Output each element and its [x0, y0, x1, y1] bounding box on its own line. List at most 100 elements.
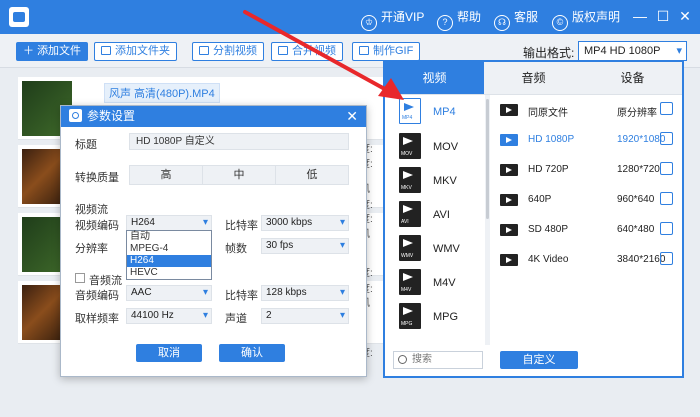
format-search-input[interactable]: 搜索 [393, 351, 483, 369]
channel-select[interactable]: 2 [261, 308, 349, 324]
video-preset-icon [500, 194, 518, 206]
split-video-button[interactable]: 分割视频 [192, 42, 264, 61]
copyright-icon: © [552, 15, 568, 31]
close-button[interactable]: ✕ [677, 8, 693, 24]
headset-icon: ☊ [494, 15, 510, 31]
edit-icon[interactable] [660, 192, 673, 205]
resolution-label: 分辨率 [75, 243, 108, 255]
audio-bitrate-select[interactable]: 128 kbps [261, 285, 349, 301]
audio-codec-label: 音频编码 [75, 290, 119, 302]
minimize-button[interactable]: — [632, 8, 648, 24]
audio-section-title: 音频流 [89, 275, 122, 287]
video-codec-select[interactable]: H264 [126, 215, 212, 231]
search-icon [398, 355, 407, 364]
gif-icon [359, 46, 369, 55]
video-preset-icon [500, 134, 518, 146]
copyright-link[interactable]: © 版权声明 [552, 8, 620, 31]
avi-file-icon: AVI [399, 201, 421, 227]
video-preset-icon [500, 164, 518, 176]
sample-rate-select[interactable]: 44100 Hz [126, 308, 212, 324]
edit-icon[interactable] [660, 252, 673, 265]
edit-icon[interactable] [660, 102, 673, 115]
audio-codec-select[interactable]: AAC [126, 285, 212, 301]
framerate-select[interactable]: 30 fps [261, 238, 349, 254]
output-format-panel: 视频 音频 设备 MP4 MP4 MOV MOV MKV MKV AVI AVI WMV… [383, 60, 684, 378]
help-link[interactable]: ? 帮助 [437, 8, 481, 31]
preset-row[interactable]: 4K Video 3840*2160 [495, 245, 680, 275]
video-preset-icon [500, 254, 518, 266]
output-format-select[interactable]: MP4 HD 1080P [578, 41, 687, 61]
dialog-close-button[interactable]: ✕ [346, 106, 358, 127]
format-item-mov[interactable]: MOV MOV [399, 133, 483, 163]
mpg-file-icon: MPG [399, 303, 421, 329]
video-codec-dropdown-list: 自动 MPEG-4 H264 HEVC [126, 230, 212, 280]
cancel-button[interactable]: 取消 [136, 344, 202, 362]
edit-icon[interactable] [660, 222, 673, 235]
quality-label: 转换质量 [75, 172, 119, 184]
parameter-settings-dialog: 参数设置 ✕ 标题 HD 1080P 自定义 转换质量 高 中 低 视频流 视频… [60, 105, 367, 377]
video-section-title: 视频流 [75, 204, 108, 216]
file-name-tag[interactable]: 风声 高清(480P).MP4 [104, 83, 220, 103]
quality-low[interactable]: 低 [276, 166, 348, 184]
title-bar: ♔ 开通VIP ? 帮助 ☊ 客服 © 版权声明 — ☐ ✕ [0, 0, 700, 34]
framerate-label: 帧数 [225, 243, 247, 255]
dialog-header: 参数设置 ✕ [61, 106, 366, 127]
codec-option-mpeg4[interactable]: MPEG-4 [127, 243, 211, 255]
maximize-button[interactable]: ☐ [655, 8, 671, 24]
codec-option-auto[interactable]: 自动 [127, 231, 211, 243]
confirm-button[interactable]: 确认 [219, 344, 285, 362]
audio-stream-checkbox[interactable] [75, 273, 85, 283]
sample-rate-label: 取样频率 [75, 313, 119, 325]
video-bitrate-label: 比特率 [225, 220, 258, 232]
edit-icon[interactable] [660, 162, 673, 175]
mkv-file-icon: MKV [399, 167, 421, 193]
make-gif-button[interactable]: 制作GIF [352, 42, 421, 61]
edit-icon[interactable] [660, 132, 673, 145]
format-list: MP4 MP4 MOV MOV MKV MKV AVI AVI WMV WMV M4V M4… [385, 95, 485, 345]
mp4-file-icon: MP4 [399, 98, 421, 124]
preset-row[interactable]: HD 1080P 1920*1080 [495, 125, 680, 155]
quality-selector: 高 中 低 [129, 165, 349, 185]
preset-row[interactable]: 640P 960*640 [495, 185, 680, 215]
format-item-wmv[interactable]: WMV WMV [399, 235, 483, 265]
channel-label: 声道 [225, 313, 247, 325]
folder-icon [101, 46, 111, 55]
audio-bitrate-label: 比特率 [225, 290, 258, 302]
preset-row[interactable]: 同原文件 原分辨率 [495, 95, 680, 125]
preset-row[interactable]: HD 720P 1280*720 [495, 155, 680, 185]
custom-button[interactable]: 自定义 [500, 351, 578, 369]
format-item-mp4[interactable]: MP4 MP4 [399, 98, 483, 128]
service-link[interactable]: ☊ 客服 [494, 8, 538, 31]
help-icon: ? [437, 15, 453, 31]
merge-video-button[interactable]: 合并视频 [271, 42, 343, 61]
format-item-mkv[interactable]: MKV MKV [399, 167, 483, 197]
settings-icon [69, 109, 82, 122]
tab-device[interactable]: 设备 [583, 62, 682, 94]
video-preset-icon [500, 224, 518, 236]
video-bitrate-select[interactable]: 3000 kbps [261, 215, 349, 231]
split-icon [199, 46, 209, 55]
vip-link[interactable]: ♔ 开通VIP [361, 8, 424, 31]
codec-option-h264[interactable]: H264 [127, 255, 211, 267]
format-item-m4v[interactable]: M4V M4V [399, 269, 483, 299]
title-input[interactable]: HD 1080P 自定义 [129, 133, 349, 150]
quality-medium[interactable]: 中 [203, 166, 276, 184]
tab-video[interactable]: 视频 [385, 62, 484, 94]
quality-high[interactable]: 高 [130, 166, 203, 184]
app-logo-icon [9, 7, 29, 27]
format-item-mpg[interactable]: MPG MPG [399, 303, 483, 333]
format-tabs: 视频 音频 设备 [385, 62, 682, 95]
wmv-file-icon: WMV [399, 235, 421, 261]
preset-row[interactable]: SD 480P 640*480 [495, 215, 680, 245]
output-format-label: 输出格式: [523, 46, 575, 60]
add-file-button[interactable]: ＋ 添加文件 [16, 42, 89, 61]
format-item-avi[interactable]: AVI AVI [399, 201, 483, 231]
video-codec-label: 视频编码 [75, 220, 119, 232]
codec-option-hevc[interactable]: HEVC [127, 267, 211, 279]
add-folder-button[interactable]: 添加文件夹 [94, 42, 177, 61]
crown-icon: ♔ [361, 15, 377, 31]
merge-icon [278, 46, 288, 55]
format-list-scrollbar[interactable] [485, 95, 490, 345]
video-preset-icon [500, 104, 518, 116]
tab-audio[interactable]: 音频 [484, 62, 583, 94]
